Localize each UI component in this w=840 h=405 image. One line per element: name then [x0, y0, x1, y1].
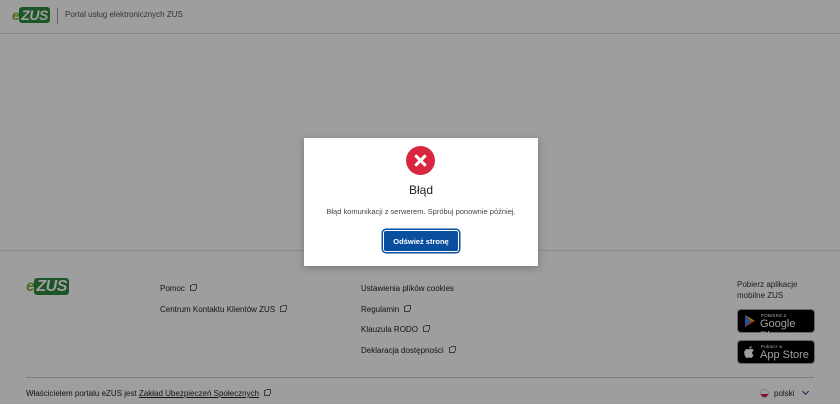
error-dialog: Błąd Błąd komunikacji z serwerem. Spróbu…: [304, 138, 538, 266]
refresh-page-button[interactable]: Odśwież stronę: [383, 230, 459, 252]
dialog-title: Błąd: [408, 183, 434, 197]
error-x-icon: [406, 146, 435, 175]
dialog-message: Błąd komunikacji z serwerem. Spróbuj pon…: [326, 207, 516, 216]
